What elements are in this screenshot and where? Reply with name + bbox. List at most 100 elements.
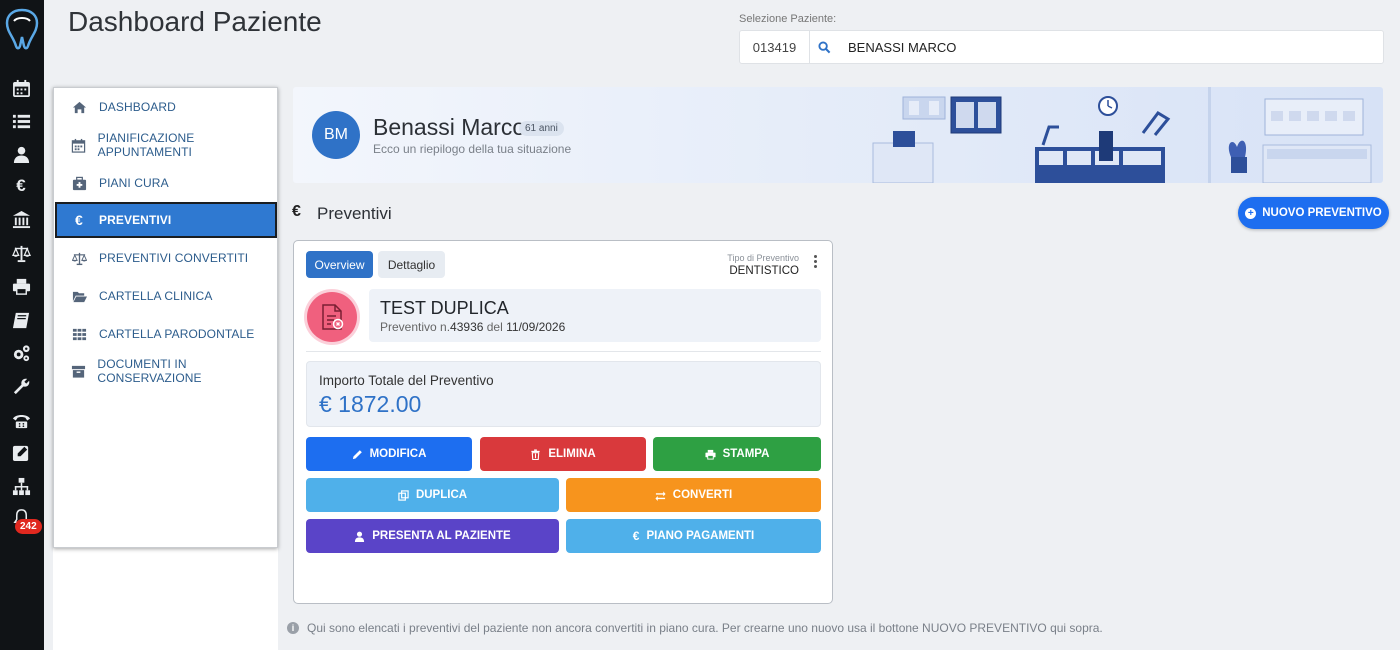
euro-icon[interactable]: €	[10, 175, 32, 197]
menu-item-label: CARTELLA CLINICA	[99, 289, 213, 303]
menu-item-pianificazione-appuntamenti[interactable]: PIANIFICAZIONE APPUNTAMENTI	[54, 127, 277, 163]
converti-button[interactable]: CONVERTI	[566, 478, 821, 512]
avatar: BM	[312, 111, 360, 159]
preventivo-title-box: TEST DUPLICA Preventivo n.43936 del 11/0…	[369, 289, 821, 342]
duplica-label: DUPLICA	[415, 489, 468, 501]
phone-icon[interactable]	[10, 409, 32, 431]
modifica-label: MODIFICA	[369, 448, 427, 460]
menu-item-label: CARTELLA PARODONTALE	[99, 327, 255, 341]
euro-icon: €	[292, 203, 301, 220]
amount-box: Importo Totale del Preventivo € 1872.00	[306, 361, 821, 427]
new-preventivo-label: NUOVO PREVENTIVO	[1262, 207, 1382, 219]
app-rail: € 242	[0, 0, 44, 650]
stampa-label: STAMPA	[722, 448, 770, 460]
cogs-icon[interactable]	[10, 342, 32, 364]
patient-search-input[interactable]: BENASSI MARCO	[838, 40, 956, 55]
duplica-button[interactable]: DUPLICA	[306, 478, 559, 512]
menu-item-dashboard[interactable]: DASHBOARD	[54, 89, 277, 125]
patient-selection-label: Selezione Paziente:	[739, 13, 837, 25]
app-logo-icon[interactable]	[4, 6, 40, 50]
menu-item-label: PREVENTIVI CONVERTITI	[99, 251, 249, 265]
user-doctor-icon[interactable]	[10, 143, 32, 165]
list-icon[interactable]	[10, 110, 32, 132]
sitemap-icon[interactable]	[10, 475, 32, 497]
menu-item-label: DOCUMENTI IN CONSERVAZIONE	[97, 357, 202, 385]
folder-open-icon	[70, 288, 88, 304]
tipo-preventivo-value: DENTISTICO	[729, 265, 799, 277]
dental-clinic-illustration	[872, 87, 1372, 183]
more-options-icon[interactable]	[814, 255, 818, 270]
modifica-button[interactable]: MODIFICA	[306, 437, 472, 471]
elimina-button[interactable]: ELIMINA	[480, 437, 646, 471]
preventivo-card: Overview Dettaglio Tipo di Preventivo DE…	[293, 240, 833, 604]
menu-item-label: PIANI CURA	[99, 176, 169, 190]
trash-icon	[531, 448, 540, 460]
presenta-al-paziente-button[interactable]: PRESENTA AL PAZIENTE	[306, 519, 559, 553]
menu-item-label: PIANIFICAZIONE APPUNTAMENTI	[97, 131, 195, 159]
patient-menu: DASHBOARD PIANIFICAZIONE APPUNTAMENTI PI…	[53, 87, 278, 548]
menu-item-preventivi[interactable]: € PREVENTIVI	[55, 202, 277, 238]
balance-scale-icon[interactable]	[10, 242, 32, 264]
archive-icon	[70, 363, 86, 379]
euro-icon: €	[632, 529, 640, 543]
edit-icon[interactable]	[10, 441, 32, 463]
document-icon	[307, 292, 357, 342]
menu-item-label: PREVENTIVI	[99, 213, 172, 227]
balance-scale-icon	[70, 250, 88, 266]
page-title: Dashboard Paziente	[68, 6, 322, 37]
menu-item-documenti-in-conservazione[interactable]: DOCUMENTI IN CONSERVAZIONE	[54, 353, 277, 389]
euro-icon: €	[75, 212, 83, 228]
menu-item-label: DASHBOARD	[99, 100, 176, 114]
preventivo-prefix: Preventivo n.	[380, 320, 451, 334]
user-icon	[355, 531, 365, 542]
piano-pagamenti-button[interactable]: € PIANO PAGAMENTI	[566, 519, 821, 553]
presenta-label: PRESENTA AL PAZIENTE	[372, 530, 511, 542]
divider	[306, 351, 821, 352]
calendar-icon	[70, 137, 87, 153]
bank-icon[interactable]	[10, 208, 32, 230]
calendar-icon[interactable]	[10, 77, 32, 99]
piano-label: PIANO PAGAMENTI	[646, 530, 755, 542]
stampa-button[interactable]: STAMPA	[653, 437, 821, 471]
medkit-icon	[70, 175, 88, 191]
patient-name: Benassi Marco	[373, 114, 526, 140]
tipo-preventivo-label: Tipo di Preventivo	[727, 253, 799, 263]
plus-circle-icon: +	[1245, 207, 1257, 219]
preventivo-title: TEST DUPLICA	[380, 298, 509, 318]
converti-label: CONVERTI	[672, 489, 733, 501]
home-icon	[70, 99, 88, 115]
menu-item-preventivi-convertiti[interactable]: PREVENTIVI CONVERTITI	[54, 240, 277, 276]
info-note-text: Qui sono elencati i preventivi del pazie…	[307, 621, 1103, 635]
book-icon[interactable]	[10, 309, 32, 331]
wrench-icon[interactable]	[10, 375, 32, 397]
menu-item-cartella-parodontale[interactable]: CARTELLA PARODONTALE	[54, 316, 277, 352]
menu-item-piani-cura[interactable]: PIANI CURA	[54, 165, 277, 201]
elimina-label: ELIMINA	[548, 448, 596, 460]
preventivo-number: 43936	[450, 320, 484, 334]
patient-subtitle: Ecco un riepilogo della tua situazione	[373, 142, 572, 156]
pencil-icon	[352, 449, 362, 459]
print-icon[interactable]	[10, 275, 32, 297]
print-icon	[705, 449, 716, 460]
info-icon: i	[287, 622, 299, 634]
tab-dettaglio[interactable]: Dettaglio	[378, 251, 445, 278]
tab-overview[interactable]: Overview	[306, 251, 373, 278]
patient-banner: BM Benassi Marco 61 anni Ecco un riepilo…	[293, 87, 1383, 183]
preventivo-date: 11/09/2026	[506, 320, 566, 334]
patient-code-field[interactable]: 013419	[740, 31, 810, 63]
info-note: i Qui sono elencati i preventivi del paz…	[287, 621, 1103, 635]
amount-value: € 1872.00	[319, 391, 422, 417]
copy-icon	[398, 489, 409, 501]
new-preventivo-button[interactable]: + NUOVO PREVENTIVO	[1238, 197, 1389, 229]
notification-badge[interactable]: 242	[15, 519, 42, 534]
section-title: Preventivi	[317, 204, 392, 223]
age-badge: 61 anni	[519, 121, 564, 136]
preventivo-number-line: Preventivo n.43936 del 11/09/2026	[380, 320, 565, 334]
preventivo-del: del	[483, 320, 507, 334]
grid-icon	[70, 326, 88, 342]
menu-item-cartella-clinica[interactable]: CARTELLA CLINICA	[54, 278, 277, 314]
exchange-icon	[655, 490, 666, 501]
patient-selector[interactable]: 013419 BENASSI MARCO	[739, 30, 1384, 64]
search-icon[interactable]	[810, 40, 838, 54]
amount-label: Importo Totale del Preventivo	[319, 373, 494, 388]
